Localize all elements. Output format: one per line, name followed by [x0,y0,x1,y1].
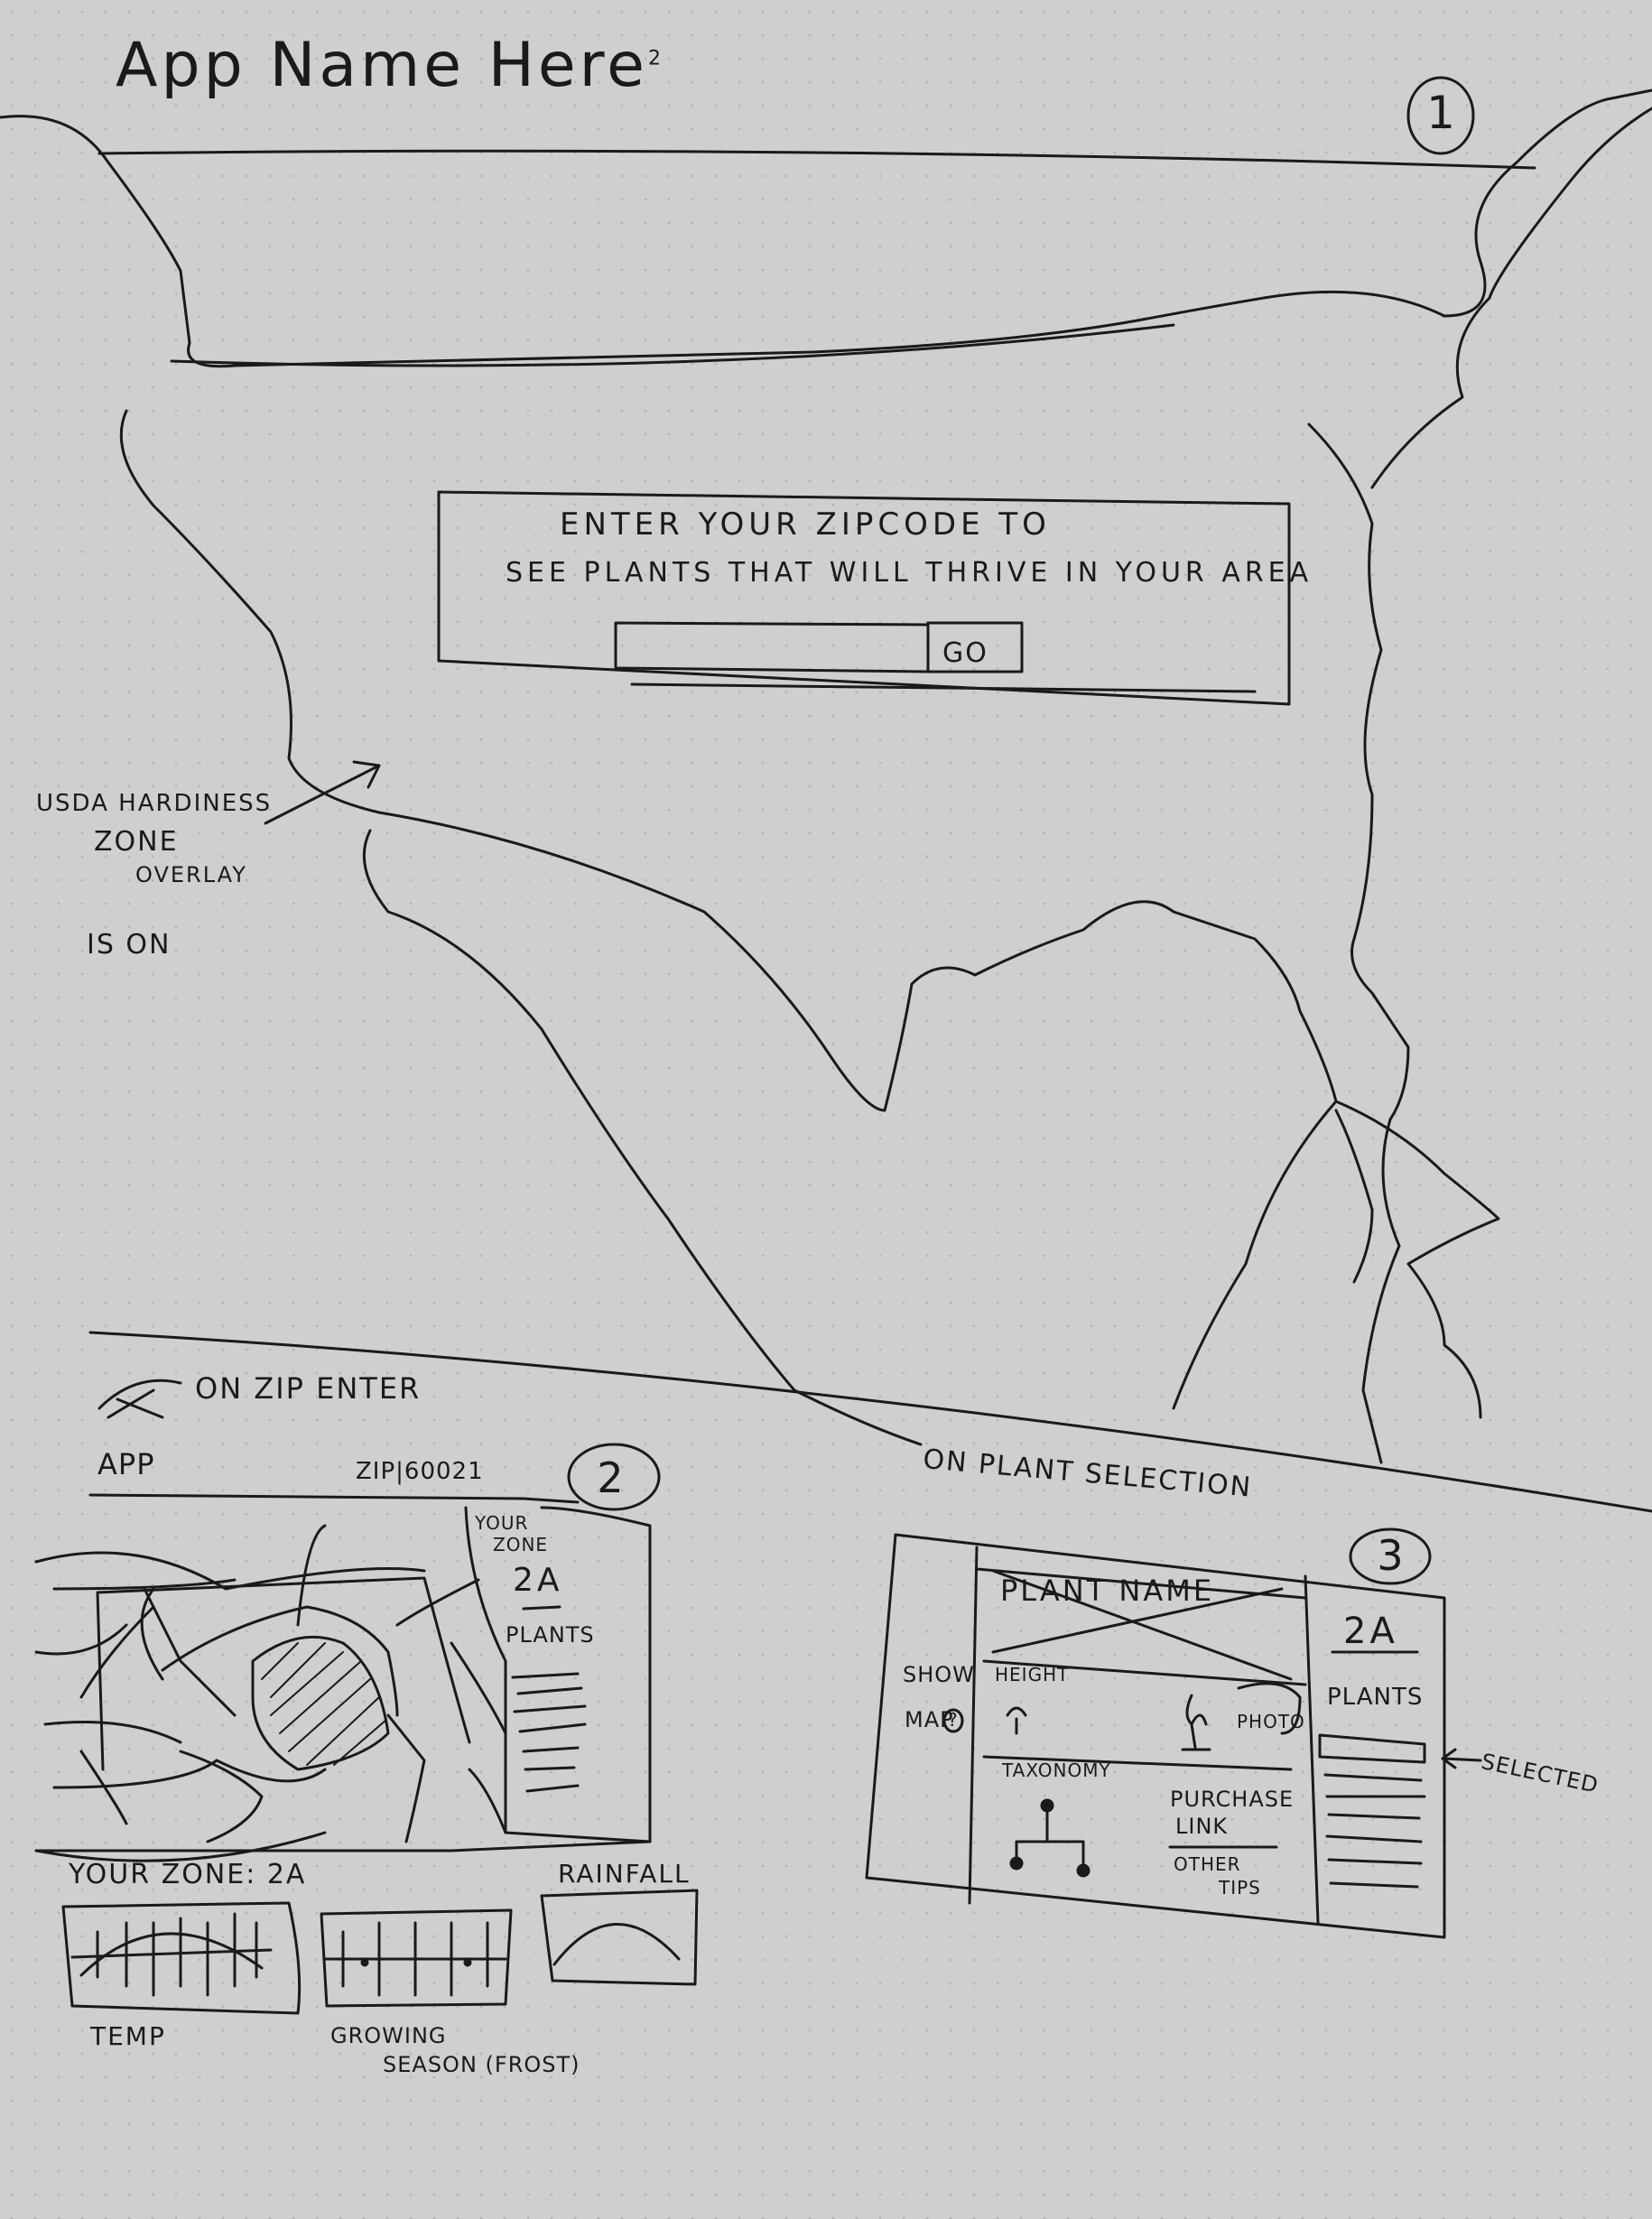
screen3-show-map-icon[interactable]: ? [948,1710,959,1731]
growing-chart-lines [323,1921,507,1997]
flow-label-zip-enter: ON ZIP ENTER [195,1371,422,1406]
screen3-plants-label: PLANTS [1327,1684,1424,1711]
height-plant-icon [1006,1706,1027,1735]
screen2-highlight-zone [251,1635,390,1771]
temp-chart-lines [70,1912,273,1997]
taxonomy-tree-icon [1015,1804,1085,1871]
annotation-line-4: IS ON [87,929,172,961]
map-florida-2 [1334,1109,1374,1284]
screen3-plant-name: PLANT NAME [1000,1574,1215,1608]
annotation-arrowhead [352,760,381,789]
screen3-taxonomy-label: TAXONOMY [1002,1759,1111,1781]
screen3-purchase-link-1[interactable]: PURCHASE [1170,1787,1294,1813]
app-title-text: App Name Here [116,30,648,101]
screen2-zone-value: 2A [513,1562,563,1599]
annotation-line-3: OVERLAY [135,862,247,887]
temp-chart-label: TEMP [90,2021,166,2051]
screen3-other-tips-1: OTHER [1174,1853,1241,1875]
screen1-number: 1 [1426,87,1455,139]
growing-chart-label-2: SEASON (FROST) [383,2052,580,2077]
screen3-zone-value: 2A [1343,1611,1398,1652]
rainfall-curve [552,1923,681,1966]
screen2-header-line [88,1493,580,1504]
zip-prompt-line1: ENTER YOUR ZIPCODE TO [560,506,1051,543]
screen3-show-map-2[interactable]: MAP [905,1707,954,1733]
screen3-left-divider [968,1546,979,1905]
annotation-arrow [264,764,381,825]
map-east-coast [1307,422,1410,1464]
annotation-line-1: USDA HARDINESS [36,790,273,817]
zip-prompt-line2: SEE PLANTS THAT WILL THRIVE IN YOUR AREA [506,557,1313,589]
selected-arrow [1441,1748,1482,1769]
screen3-photo-label: PHOTO [1237,1711,1305,1732]
screen3-plant-list [1323,1773,1426,1889]
screen2-plants-label: PLANTS [506,1622,595,1648]
annotation-line-2: ZONE [94,826,179,858]
map-border-texas [362,829,923,1446]
screen2-plant-list [511,1672,587,1793]
header-divider [97,149,1536,170]
screen2-number: 2 [597,1453,624,1502]
screen3-purchase-link-2[interactable]: LINK [1175,1814,1228,1840]
taxonomy-node-left [1009,1856,1024,1871]
growing-chart-label-1: GROWING [330,2023,447,2048]
screen3-other-tips-2: TIPS [1219,1877,1261,1899]
taxonomy-node-top [1040,1798,1054,1813]
map-north-border [0,88,1652,368]
frost-dot-2 [463,1958,472,1967]
rainfall-chart-label: RAINFALL [558,1859,691,1889]
selected-plant-box [1318,1733,1426,1764]
screen2-zip-value: ZIP|60021 [356,1458,484,1485]
screen2-app-label: APP [97,1447,155,1481]
flow-arrow-icon [97,1379,182,1419]
map-florida [1334,1100,1500,1419]
screen2-map-base [34,1840,652,1852]
photo-plant-icon [1181,1694,1211,1751]
screen2-sidebar-underline [522,1605,561,1611]
screen3-height-label: HEIGHT [995,1664,1070,1685]
screen2-hatch [261,1642,387,1766]
zip-input[interactable] [617,625,928,668]
frost-dot-1 [360,1958,369,1967]
screen3-number: 3 [1377,1531,1404,1580]
screen3-show-map-1[interactable]: SHOW [903,1662,975,1688]
app-title: App Name Here2 [116,30,664,101]
map-canada-line [170,323,1175,367]
taxonomy-node-right [1076,1863,1091,1878]
section-divider [88,1331,1652,1513]
screen2-your-zone: YOUR ZONE: 2A [69,1859,307,1890]
screen2-zone-label-1: YOUR [475,1512,529,1534]
rainfall-chart-box [540,1889,699,1986]
screen2-map-outline [34,1551,426,1862]
screen3-right-divider [1304,1574,1320,1925]
screen2-zone-label-2: ZONE [493,1534,549,1555]
go-button[interactable]: GO [942,628,1033,677]
app-title-superscript: 2 [647,47,664,70]
